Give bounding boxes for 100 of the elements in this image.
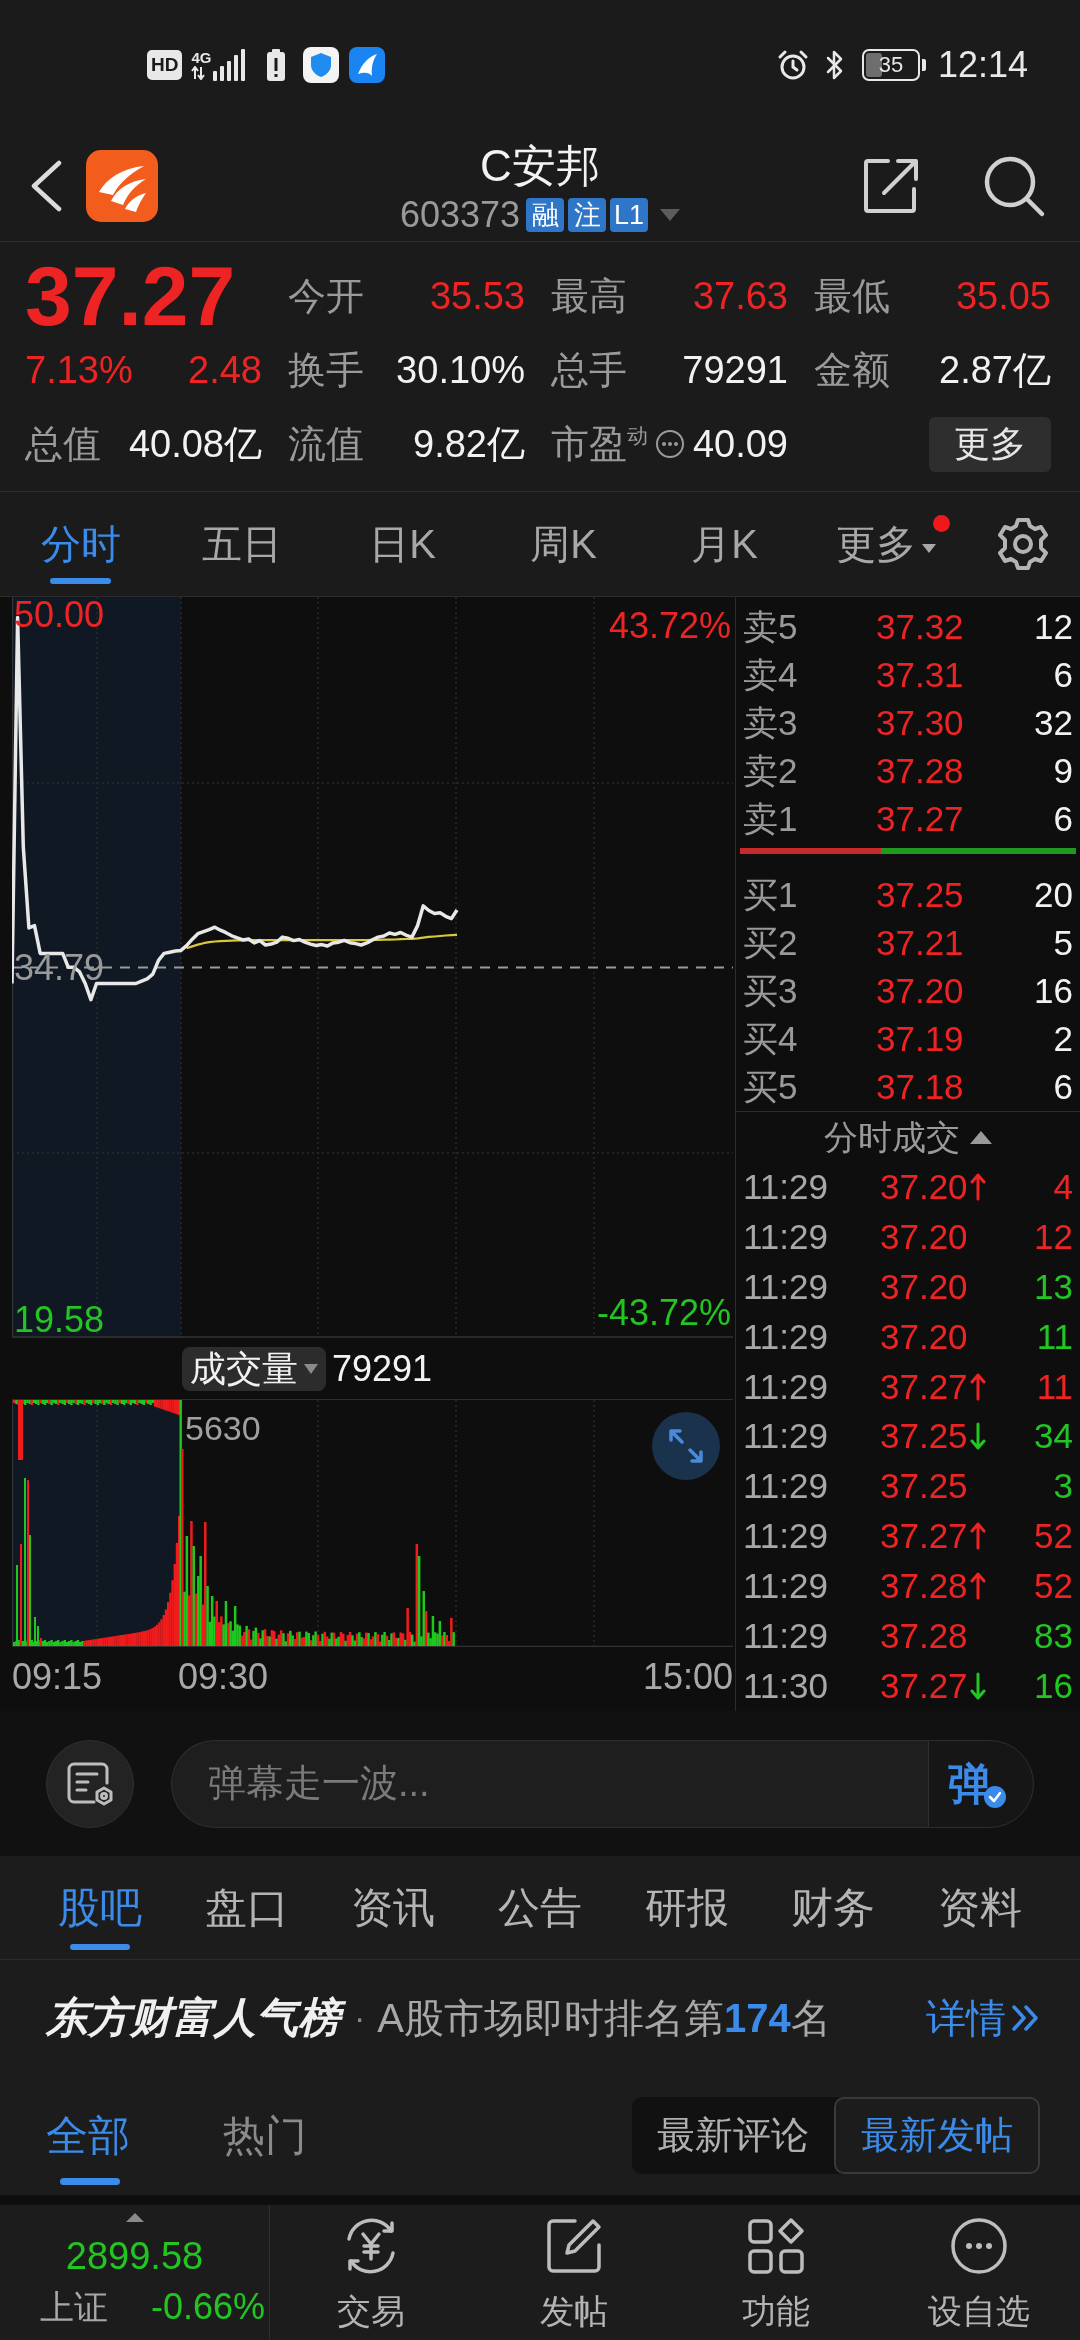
time-axis-label: 09:30 <box>178 1657 269 1697</box>
data-arrows-icon <box>191 66 206 80</box>
trade-price: 37.20 <box>880 1266 968 1307</box>
y-axis-label: 19.58 <box>14 1301 105 1338</box>
trade-volume: 34 <box>1034 1416 1073 1457</box>
order-volume: 5 <box>1053 923 1073 963</box>
sort-option[interactable]: 最新发帖 <box>834 2096 1040 2174</box>
section-tab[interactable]: 公告 <box>466 1856 614 1959</box>
section-tab[interactable]: 资料 <box>906 1856 1053 1959</box>
trade-price: 37.20 <box>880 1166 968 1207</box>
trades-toggle[interactable]: 分时成交 <box>824 1111 992 1163</box>
order-price: 37.27 <box>876 799 965 839</box>
post-tab[interactable]: 全部 <box>46 2075 130 2195</box>
stat-value: 40.09 <box>692 422 788 466</box>
trade-time: 11:29 <box>743 1366 829 1407</box>
hd-indicator: HD <box>147 50 183 80</box>
chart-tab[interactable]: 分时 <box>0 492 161 596</box>
nav-button[interactable]: 功能 <box>675 2205 878 2340</box>
y-axis-label: 50.00 <box>14 597 105 634</box>
change-axis-label: 43.72% <box>608 606 731 646</box>
order-volume: 6 <box>1053 1067 1073 1107</box>
index-value: 2899.58 <box>65 2234 204 2278</box>
stat-value: 35.05 <box>955 274 1051 318</box>
more-button[interactable]: 更多 <box>929 416 1051 472</box>
order-level-label: 买4 <box>743 1019 799 1059</box>
chart-tab[interactable]: 五日 <box>161 492 322 596</box>
order-price: 37.19 <box>876 1019 965 1059</box>
caret-down-icon <box>304 1363 318 1374</box>
order-volume: 32 <box>1034 703 1073 743</box>
comment-input[interactable]: 弹幕走一波... <box>171 1739 928 1828</box>
stock-tag: 注 <box>568 197 607 232</box>
order-volume: 6 <box>1053 655 1073 695</box>
trade-price: 37.25 <box>880 1416 968 1457</box>
stat-label: 总值 <box>25 422 101 466</box>
caret-up-icon <box>125 2213 144 2222</box>
index-name: 上证 <box>40 2287 108 2328</box>
sort-option[interactable]: 最新评论 <box>632 2096 834 2174</box>
change-amount: 2.48 <box>188 348 262 392</box>
last-price: 37.27 <box>25 259 236 333</box>
settings-icon <box>996 517 1050 571</box>
trade-time: 11:29 <box>743 1216 829 1257</box>
chart-tab[interactable]: 日K <box>322 492 483 596</box>
stat-label: 流值 <box>288 422 364 466</box>
time-axis-label: 15:00 <box>642 1657 733 1697</box>
chart-tab[interactable]: 周K <box>483 492 644 596</box>
trade-price: 37.27 <box>880 1665 968 1706</box>
nav-button[interactable]: 发帖 <box>472 2205 675 2340</box>
trade-volume: 11 <box>1036 1366 1073 1407</box>
stat-value: 2.87亿 <box>939 348 1051 392</box>
order-level-label: 买2 <box>743 923 799 963</box>
trade-time: 11:29 <box>743 1516 829 1557</box>
stat-value: 40.08亿 <box>128 422 262 466</box>
order-volume: 16 <box>1034 971 1073 1011</box>
order-volume: 2 <box>1053 1019 1073 1059</box>
logo-icon <box>86 149 158 222</box>
section-tab[interactable]: 盘口 <box>173 1856 321 1959</box>
caret-up-icon <box>970 1130 992 1144</box>
apps-icon <box>747 2217 806 2275</box>
ellipsis-circle-icon <box>654 429 685 459</box>
post-tab[interactable]: 热门 <box>223 2075 307 2195</box>
volume-selector[interactable]: 成交量 <box>182 1346 326 1391</box>
order-level-label: 卖2 <box>743 751 799 791</box>
share-button[interactable] <box>862 156 920 215</box>
caret-down-icon <box>660 208 681 221</box>
trade-time: 11:29 <box>743 1615 829 1656</box>
volume-total: 79291 <box>332 1346 433 1391</box>
trade-price: 37.28 <box>880 1615 968 1656</box>
section-tab[interactable]: 股吧 <box>27 1856 174 1959</box>
trade-price: 37.27 <box>880 1366 968 1407</box>
section-tab[interactable]: 研报 <box>613 1856 760 1959</box>
section-tab[interactable]: 资讯 <box>320 1856 467 1959</box>
share-icon <box>862 156 920 215</box>
chart-tab[interactable]: 月K <box>644 492 805 596</box>
stat-label: 最高 <box>551 274 627 318</box>
trade-price: 37.27 <box>880 1516 968 1557</box>
order-price: 37.28 <box>876 751 965 791</box>
stock-code: 603373 <box>399 194 521 235</box>
nav-button[interactable]: 交易 <box>270 2205 473 2340</box>
order-volume: 12 <box>1034 607 1073 647</box>
trade-time: 11:29 <box>743 1566 829 1607</box>
trade-volume: 52 <box>1034 1566 1073 1607</box>
change-axis-label: -43.72% <box>596 1293 731 1333</box>
details-link[interactable]: 详情 <box>926 1987 1040 2048</box>
stat-value: 9.82亿 <box>413 422 525 466</box>
order-price: 37.31 <box>876 655 965 695</box>
shield-icon <box>303 47 340 83</box>
danmaku-button[interactable]: 弹 <box>928 1739 1034 1828</box>
trade-volume: 4 <box>1053 1166 1073 1207</box>
stat-label: 总手 <box>551 348 627 392</box>
order-level-label: 卖5 <box>743 607 799 647</box>
document-gear-icon <box>66 1760 114 1807</box>
chart-tab[interactable]: 更多 <box>805 492 966 596</box>
order-volume: 9 <box>1053 751 1073 791</box>
nav-button[interactable]: 设自选 <box>877 2205 1080 2340</box>
order-level-label: 卖3 <box>743 703 799 743</box>
stat-label: 今开 <box>288 274 364 318</box>
order-level-label: 买5 <box>743 1067 799 1107</box>
trade-price: 37.20 <box>880 1216 968 1257</box>
section-tab[interactable]: 财务 <box>759 1856 907 1959</box>
stat-label: 市盈$^{动}$ <box>551 422 648 466</box>
